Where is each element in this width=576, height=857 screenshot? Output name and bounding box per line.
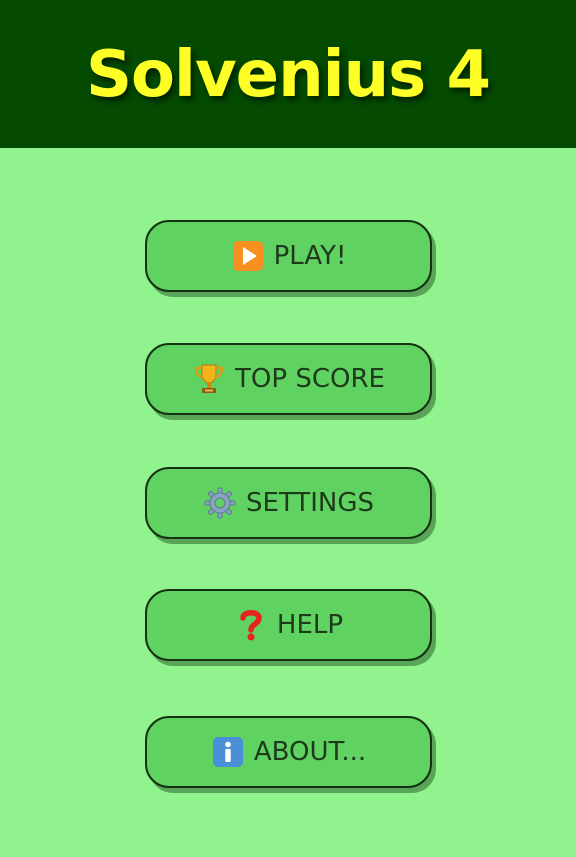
help-label: HELP [276,610,344,640]
info-icon [211,735,245,769]
play-icon [231,239,265,273]
question-mark-icon [234,608,268,642]
play-label: PLAY! [273,241,347,271]
about-button[interactable]: ABOUT... [145,716,432,788]
help-button[interactable]: HELP [145,589,432,661]
gear-icon [203,486,237,520]
settings-button[interactable]: SETTINGS [145,467,432,539]
app-title: Solvenius 4 [85,38,491,112]
trophy-icon [192,362,226,396]
play-button[interactable]: PLAY! [145,220,432,292]
about-label: ABOUT... [253,737,367,767]
title-bar: Solvenius 4 [0,0,576,148]
settings-label: SETTINGS [245,488,374,518]
top-score-label: TOP SCORE [235,364,385,394]
top-score-button[interactable]: TOP SCORE [145,343,432,415]
